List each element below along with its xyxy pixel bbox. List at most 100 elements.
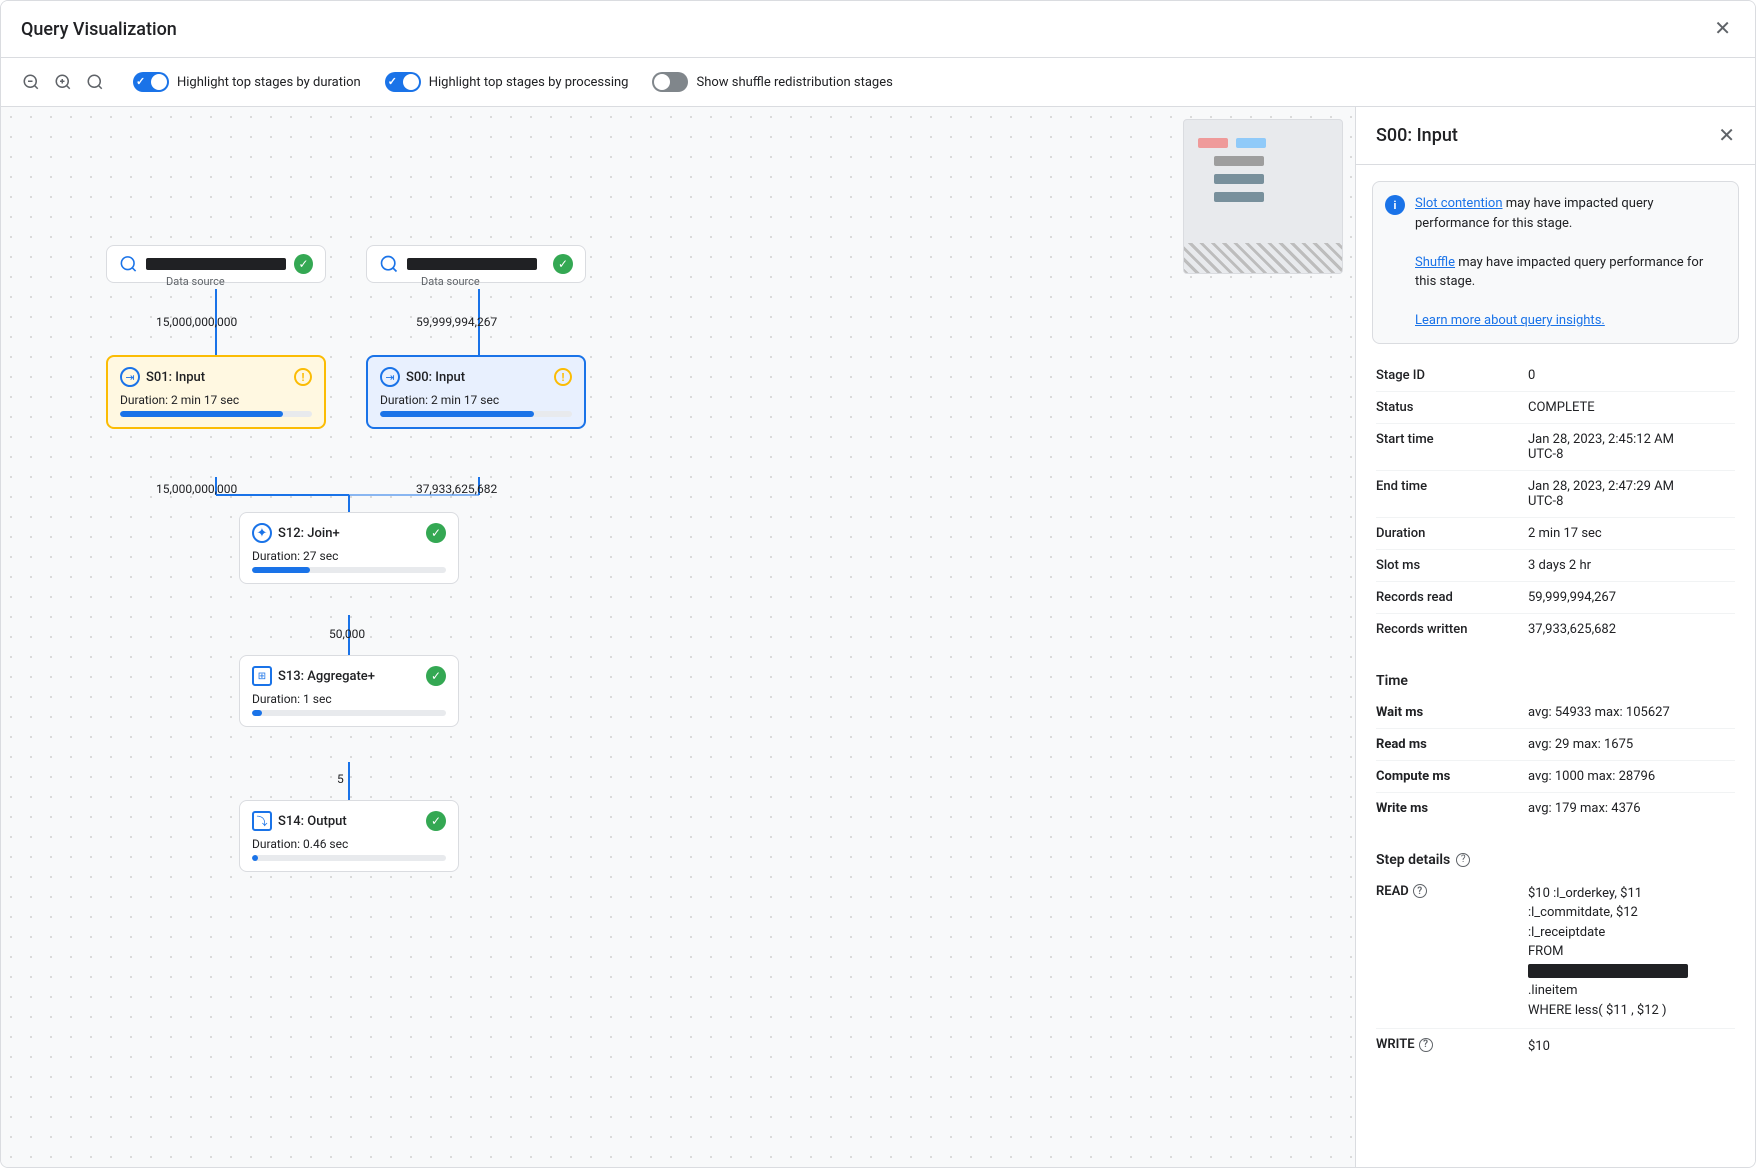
s12-header: ✦ S12: Join+ ✓ [252,523,446,543]
content-area: ✓ Data source 15,000,000,000 ✓ Data sour… [1,107,1755,1167]
datasource-label-bar-0 [146,258,286,270]
zoom-out-button[interactable] [17,68,45,96]
s01-progress-bg [120,411,312,417]
step-value-write: $10 [1528,1037,1550,1057]
s01-duration: Duration: 2 min 17 sec [120,393,312,407]
s12-progress-bg [252,567,446,573]
detail-value-compute-ms: avg: 1000 max: 28796 [1528,769,1735,784]
detail-row-end-time: End time Jan 28, 2023, 2:47:29 AMUTC-8 [1376,471,1735,518]
s00-progress-fill [380,411,534,417]
s12-title: ✦ S12: Join+ [252,523,340,543]
stage-node-s00[interactable]: ⇥ S00: Input ! Duration: 2 min 17 sec [366,355,586,429]
s12-icon: ✦ [252,523,272,543]
write-help-icon[interactable]: ? [1419,1038,1433,1052]
info-line-2: Shuffle may have impacted query performa… [1415,253,1726,292]
s12-duration: Duration: 27 sec [252,549,446,563]
detail-row-wait-ms: Wait ms avg: 54933 max: 105627 [1376,697,1735,729]
mini-map[interactable] [1183,119,1343,274]
detail-value-records-read: 59,999,994,267 [1528,590,1735,605]
detail-value-duration: 2 min 17 sec [1528,526,1735,541]
connector-label-ds0: 15,000,000,000 [156,315,237,329]
step-key-read: READ ? [1376,884,1516,899]
detail-value-records-written: 37,933,625,682 [1528,622,1735,637]
toolbar: ✓ Highlight top stages by duration ✓ Hig… [1,58,1755,107]
minimap-node-4 [1214,174,1264,184]
toggle-duration-knob [151,74,167,90]
stage-node-s12[interactable]: ✦ S12: Join+ ✓ Duration: 27 sec [239,512,459,584]
s01-icon: ⇥ [120,367,140,387]
detail-value-slot-ms: 3 days 2 hr [1528,558,1735,573]
step-details-help-icon[interactable]: ? [1456,853,1470,867]
detail-key-write-ms: Write ms [1376,801,1516,816]
detail-row-slot-ms: Slot ms 3 days 2 hr [1376,550,1735,582]
s00-progress-bg [380,411,572,417]
datasource-label-bar-1 [407,258,545,270]
s00-header: ⇥ S00: Input ! [380,367,572,387]
s01-title-text: S01: Input [146,370,205,385]
detail-row-duration: Duration 2 min 17 sec [1376,518,1735,550]
info-box: i Slot contention may have impacted quer… [1372,181,1739,344]
s14-title-text: S14: Output [278,814,347,829]
toggle-processing-knob [403,74,419,90]
stage-node-s01[interactable]: ⇥ S01: Input ! Duration: 2 min 17 sec [106,355,326,429]
detail-key-end-time: End time [1376,479,1516,509]
datasource-check-0: ✓ [294,254,313,274]
stage-details: Stage ID 0 Status COMPLETE Start time Ja… [1356,360,1755,661]
window-close-button[interactable]: ✕ [1710,15,1735,43]
search-icon-1 [379,254,399,274]
detail-key-read-ms: Read ms [1376,737,1516,752]
detail-key-wait-ms: Wait ms [1376,705,1516,720]
toggle-duration-switch[interactable]: ✓ [133,72,169,92]
minimap-node-1 [1198,138,1228,148]
zoom-in-button[interactable] [49,68,77,96]
detail-key-slot-ms: Slot ms [1376,558,1516,573]
s13-duration: Duration: 1 sec [252,692,446,706]
toggle-duration-label: Highlight top stages by duration [177,75,361,90]
panel-header: S00: Input ✕ [1356,107,1755,165]
toggle-shuffle-label: Show shuffle redistribution stages [696,75,892,90]
s13-title: ⊞ S13: Aggregate+ [252,666,375,686]
detail-value-stage-id: 0 [1528,368,1735,383]
graph-canvas[interactable]: ✓ Data source 15,000,000,000 ✓ Data sour… [1,107,1355,1167]
detail-row-read-ms: Read ms avg: 29 max: 1675 [1376,729,1735,761]
datasource-check-1: ✓ [553,254,573,274]
learn-more-link[interactable]: Learn more about query insights. [1415,313,1605,328]
read-help-icon[interactable]: ? [1413,884,1427,898]
minimap-node-5 [1214,192,1264,202]
s00-icon: ⇥ [380,367,400,387]
window-title: Query Visualization [21,19,177,40]
panel-close-button[interactable]: ✕ [1718,123,1735,148]
s12-check-icon: ✓ [426,523,446,543]
toggle-processing-switch[interactable]: ✓ [385,72,421,92]
info-text-content: Slot contention may have impacted query … [1415,194,1726,331]
detail-value-end-time: Jan 28, 2023, 2:47:29 AMUTC-8 [1528,479,1735,509]
s01-progress-fill [120,411,283,417]
step-row-read: READ ? $10 :l_orderkey, $11:l_commitdate… [1376,876,1735,1030]
detail-row-stage-id: Stage ID 0 [1376,360,1735,392]
title-bar: Query Visualization ✕ [1,1,1755,58]
time-details: Wait ms avg: 54933 max: 105627 Read ms a… [1356,697,1755,840]
toggle-processing-label: Highlight top stages by processing [429,75,629,90]
s14-header: ⤵ S14: Output ✓ [252,811,446,831]
shuffle-link[interactable]: Shuffle [1415,255,1455,270]
s14-check-icon: ✓ [426,811,446,831]
s01-title: ⇥ S01: Input [120,367,205,387]
slot-contention-link[interactable]: Slot contention [1415,196,1503,211]
stage-node-s13[interactable]: ⊞ S13: Aggregate+ ✓ Duration: 1 sec [239,655,459,727]
toggle-duration-group: ✓ Highlight top stages by duration [133,72,361,92]
minimap-hatch [1184,243,1342,273]
toggle-shuffle-switch[interactable] [652,72,688,92]
s14-title: ⤵ S14: Output [252,811,347,831]
s01-header: ⇥ S01: Input ! [120,367,312,387]
s00-title-text: S00: Input [406,370,465,385]
s00-duration: Duration: 2 min 17 sec [380,393,572,407]
step-value-read: $10 :l_orderkey, $11:l_commitdate, $12:l… [1528,884,1688,1021]
detail-value-write-ms: avg: 179 max: 4376 [1528,801,1735,816]
s13-progress-fill [252,710,262,716]
app-window: Query Visualization ✕ ✓ Highlight top s [0,0,1756,1168]
step-key-write-label: WRITE ? [1376,1037,1516,1052]
step-key-read-label: READ ? [1376,884,1516,899]
stage-node-s14[interactable]: ⤵ S14: Output ✓ Duration: 0.46 sec [239,800,459,872]
detail-row-write-ms: Write ms avg: 179 max: 4376 [1376,793,1735,824]
zoom-reset-button[interactable] [81,68,109,96]
